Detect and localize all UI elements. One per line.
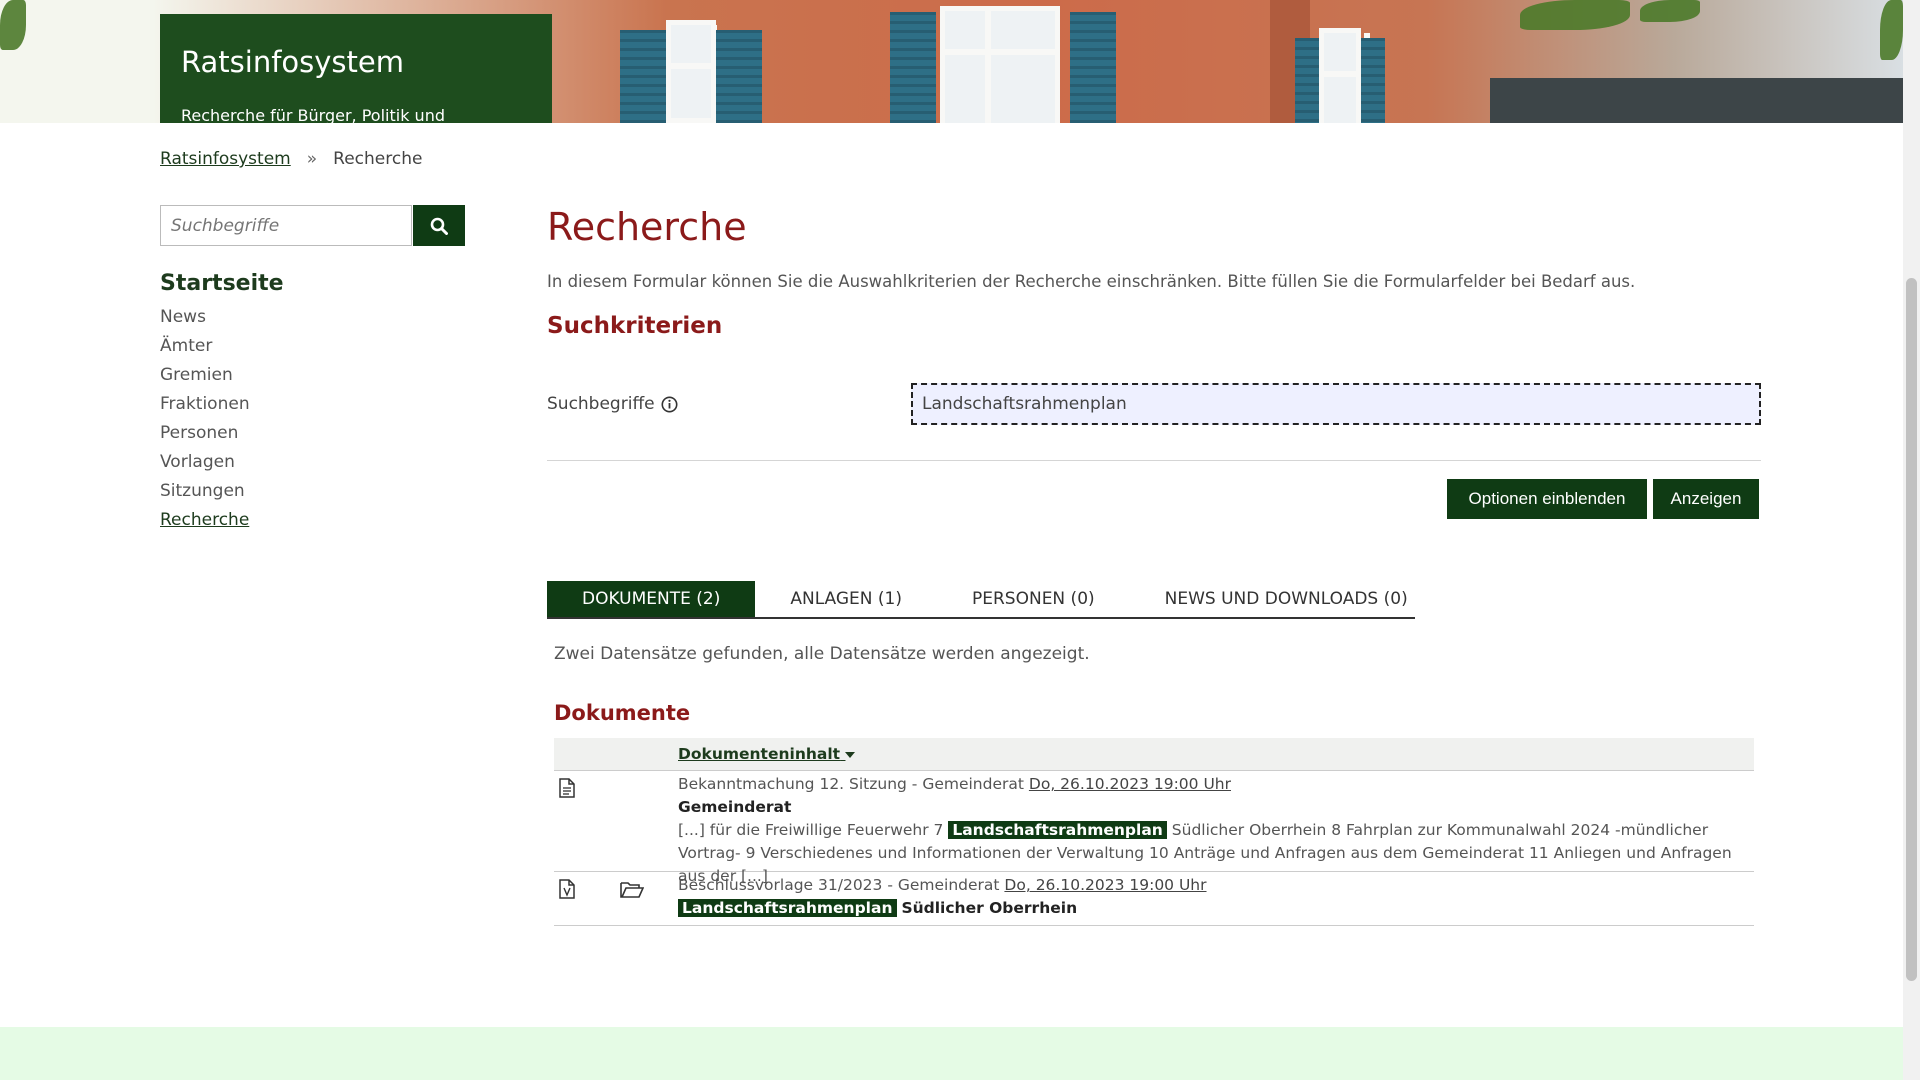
row-meta: Beschlussvorlage 31/2023 - Gemeinderat <box>678 876 1000 894</box>
document-icon[interactable] <box>559 778 575 802</box>
table-row: Beschlussvorlage 31/2023 - Gemeinderat D… <box>554 872 1754 926</box>
table-row: Bekanntmachung 12. Sitzung - Gemeinderat… <box>554 771 1754 885</box>
page-footer <box>0 1027 1903 1080</box>
sidebar-item-sitzungen[interactable]: Sitzungen <box>160 480 250 509</box>
scrollbar-thumb[interactable] <box>1906 278 1917 981</box>
tab-anlagen[interactable]: ANLAGEN (1) <box>755 581 937 617</box>
row-content: Bekanntmachung 12. Sitzung - Gemeinderat… <box>678 773 1738 888</box>
sidebar-item-news[interactable]: News <box>160 306 250 335</box>
page-scrollbar[interactable] <box>1903 0 1920 1080</box>
banner-leaves <box>1640 0 1700 22</box>
search-highlight: Landschaftsrahmenplan <box>948 821 1167 839</box>
sidebar-item-aemter[interactable]: Ämter <box>160 335 250 364</box>
breadcrumb-separator: » <box>306 149 318 169</box>
show-results-button[interactable]: Anzeigen <box>1653 479 1759 519</box>
row-date-link[interactable]: Do, 26.10.2023 19:00 Uhr <box>1029 775 1231 793</box>
banner-window <box>1295 28 1385 123</box>
table-header: Dokumenteninhalt <box>554 738 1754 771</box>
sidebar-item-fraktionen[interactable]: Fraktionen <box>160 393 250 422</box>
search-highlight: Landschaftsrahmenplan <box>678 899 897 917</box>
banner-leaves <box>0 0 26 50</box>
nav-title[interactable]: Startseite <box>160 271 284 296</box>
search-icon <box>430 217 448 235</box>
row-body: Gemeinderat <box>678 798 792 816</box>
banner-window <box>890 6 1135 123</box>
tab-dokumente[interactable]: DOKUMENTE (2) <box>547 581 756 617</box>
results-table: Dokumenteninhalt Bekanntmachung 12. Sitz… <box>554 738 1754 926</box>
form-divider <box>547 460 1761 461</box>
header-banner: Ratsinfosystem Recherche für Bürger, Pol… <box>0 0 1903 123</box>
sidebar-search <box>160 205 465 246</box>
intro-text: In diesem Formular können Sie die Auswah… <box>547 272 1636 291</box>
row-content: Beschlussvorlage 31/2023 - Gemeinderat D… <box>678 874 1738 920</box>
results-heading: Dokumente <box>554 701 691 725</box>
row-date-link[interactable]: Do, 26.10.2023 19:00 Uhr <box>1004 876 1206 894</box>
result-tabs: DOKUMENTE (2) ANLAGEN (1) PERSONEN (0) N… <box>547 581 1415 619</box>
sidebar-nav: News Ämter Gremien Fraktionen Personen V… <box>160 306 250 538</box>
folder-open-icon[interactable] <box>620 881 645 903</box>
sidebar-item-vorlagen[interactable]: Vorlagen <box>160 451 250 480</box>
row-snippet-pre: [...] für die Freiwillige Feuerwehr 7 <box>678 821 944 839</box>
criteria-heading: Suchkriterien <box>547 313 723 339</box>
search-terms-label-text: Suchbegriffe <box>547 394 655 414</box>
sidebar-item-gremien[interactable]: Gremien <box>160 364 250 393</box>
banner-window <box>620 20 762 123</box>
breadcrumb-home-link[interactable]: Ratsinfosystem <box>160 149 291 169</box>
search-terms-label: Suchbegriffe <box>547 394 678 414</box>
row-meta: Bekanntmachung 12. Sitzung - Gemeinderat <box>678 775 1024 793</box>
document-icon[interactable] <box>559 879 575 903</box>
column-header-label: Dokumenteninhalt <box>678 745 841 763</box>
search-terms-input[interactable] <box>911 383 1761 425</box>
column-header-dokumenteninhalt[interactable]: Dokumenteninhalt <box>678 745 856 763</box>
site-subtitle: Recherche für Bürger, Politik und Verwal… <box>181 106 445 123</box>
breadcrumb-current: Recherche <box>333 149 423 169</box>
caret-down-icon <box>845 752 856 758</box>
result-count: Zwei Datensätze gefunden, alle Datensätz… <box>554 644 1090 664</box>
sidebar-search-input[interactable] <box>160 205 412 246</box>
tab-news-downloads[interactable]: NEWS UND DOWNLOADS (0) <box>1130 581 1443 617</box>
info-icon[interactable] <box>661 396 678 413</box>
banner-leaves <box>1880 0 1903 60</box>
tab-personen[interactable]: PERSONEN (0) <box>937 581 1130 617</box>
sidebar-item-personen[interactable]: Personen <box>160 422 250 451</box>
sidebar-item-recherche[interactable]: Recherche <box>160 509 250 538</box>
brand-box[interactable]: Ratsinfosystem Recherche für Bürger, Pol… <box>160 14 552 123</box>
site-title: Ratsinfosystem <box>181 45 404 79</box>
page-title: Recherche <box>547 205 747 249</box>
banner-roof <box>1490 78 1903 123</box>
row-snippet-post: Südlicher Oberrhein <box>901 899 1078 917</box>
sidebar-search-button[interactable] <box>413 205 465 246</box>
show-options-button[interactable]: Optionen einblenden <box>1447 479 1647 519</box>
breadcrumb: Ratsinfosystem » Recherche <box>160 149 422 169</box>
banner-leaves <box>1520 0 1630 30</box>
